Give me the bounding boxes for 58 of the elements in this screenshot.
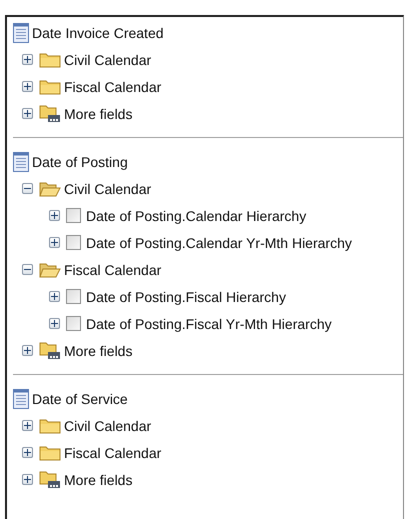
- folder-label[interactable]: Civil Calendar: [64, 52, 152, 68]
- table-name: Date of Service: [32, 390, 128, 406]
- folder-icon: [39, 418, 61, 434]
- collapse-button[interactable]: [22, 183, 33, 194]
- plus-icon: [51, 212, 58, 219]
- folder-more-icon: [39, 104, 61, 122]
- folder-icon: [39, 444, 61, 460]
- folder-label[interactable]: Fiscal Calendar: [64, 78, 162, 94]
- expand-button[interactable]: [22, 54, 33, 65]
- folder-label[interactable]: Fiscal Calendar: [64, 444, 162, 460]
- folder-icon: [39, 52, 61, 68]
- plus-icon: [51, 239, 58, 246]
- expand-button[interactable]: [22, 474, 33, 485]
- collapse-button[interactable]: [22, 264, 33, 275]
- minus-icon: [24, 185, 31, 192]
- plus-icon: [51, 293, 58, 300]
- document-icon: [13, 152, 29, 172]
- checkbox[interactable]: [66, 208, 81, 223]
- folder-icon: [39, 180, 61, 196]
- document-icon: [13, 388, 29, 408]
- plus-icon: [24, 56, 31, 63]
- checkbox[interactable]: [66, 235, 81, 250]
- hierarchy-label[interactable]: Date of Posting.Calendar Yr-Mth Hierarchy: [86, 234, 352, 250]
- hierarchy-label[interactable]: Date of Posting.Fiscal Hierarchy: [86, 288, 286, 304]
- folder-label[interactable]: More fields: [64, 472, 132, 488]
- expand-button[interactable]: [22, 108, 33, 119]
- folder-icon: [39, 78, 61, 94]
- folder-label[interactable]: Civil Calendar: [64, 418, 152, 434]
- plus-icon: [51, 320, 58, 327]
- expand-button[interactable]: [49, 210, 60, 221]
- expand-button[interactable]: [49, 237, 60, 248]
- plus-icon: [24, 110, 31, 117]
- checkbox[interactable]: [66, 316, 81, 331]
- plus-icon: [24, 422, 31, 429]
- folder-label[interactable]: More fields: [64, 106, 132, 122]
- expand-button[interactable]: [22, 345, 33, 356]
- expand-button[interactable]: [22, 81, 33, 92]
- folder-label[interactable]: Civil Calendar: [64, 180, 152, 196]
- folder-icon: [39, 262, 61, 278]
- plus-icon: [24, 449, 31, 456]
- expand-button[interactable]: [49, 318, 60, 329]
- hierarchy-label[interactable]: Date of Posting.Fiscal Yr-Mth Hierarchy: [86, 316, 332, 332]
- expand-button[interactable]: [22, 420, 33, 431]
- hierarchy-label[interactable]: Date of Posting.Calendar Hierarchy: [86, 208, 306, 224]
- expand-button[interactable]: [49, 291, 60, 302]
- minus-icon: [24, 266, 31, 273]
- table-name: Date Invoice Created: [32, 24, 164, 40]
- plus-icon: [24, 347, 31, 354]
- table-name: Date of Posting: [32, 154, 128, 170]
- folder-more-icon: [39, 342, 61, 360]
- checkbox[interactable]: [66, 289, 81, 304]
- folder-more-icon: [39, 470, 61, 488]
- folder-label[interactable]: More fields: [64, 342, 132, 358]
- document-icon: [13, 22, 29, 42]
- folder-label[interactable]: Fiscal Calendar: [64, 262, 162, 278]
- plus-icon: [24, 476, 31, 483]
- plus-icon: [24, 83, 31, 90]
- expand-button[interactable]: [22, 447, 33, 458]
